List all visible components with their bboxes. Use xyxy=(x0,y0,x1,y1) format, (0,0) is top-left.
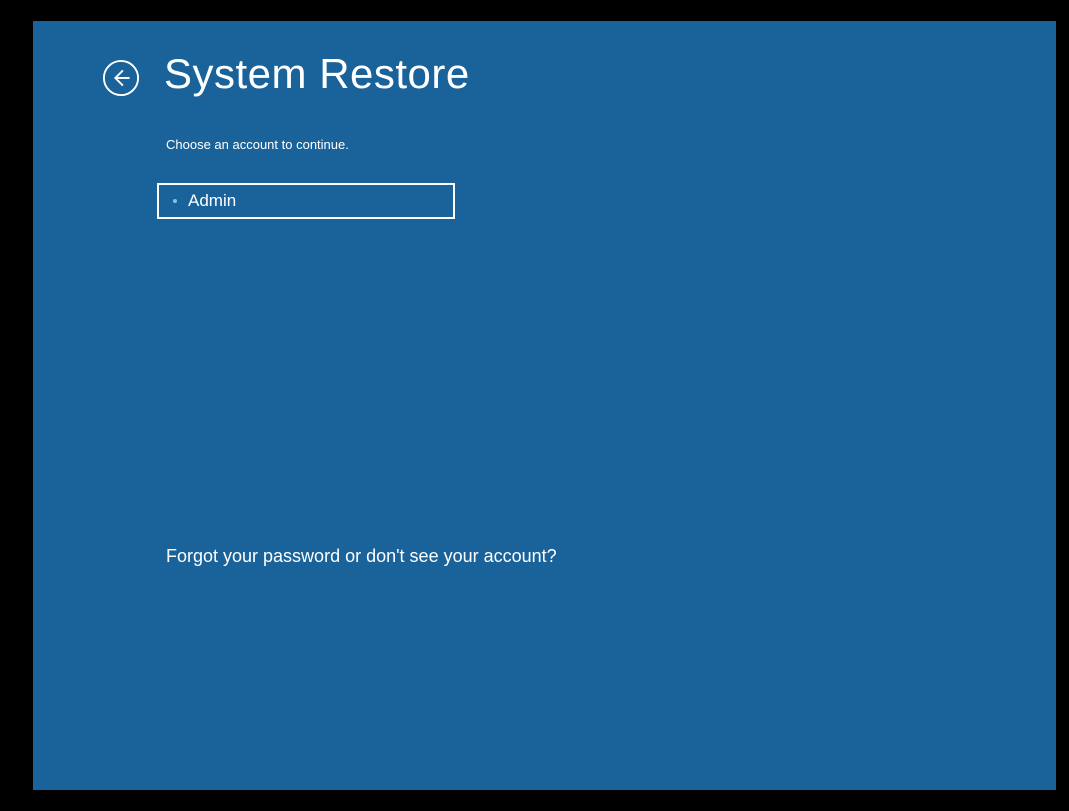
back-arrow-icon xyxy=(102,59,140,97)
account-label: Admin xyxy=(188,191,236,211)
back-button[interactable] xyxy=(102,59,140,97)
bullet-icon xyxy=(173,199,177,203)
forgot-password-link[interactable]: Forgot your password or don't see your a… xyxy=(166,546,557,567)
instruction-text: Choose an account to continue. xyxy=(166,137,349,152)
page-title: System Restore xyxy=(164,50,470,98)
account-item-admin[interactable]: Admin xyxy=(157,183,455,219)
recovery-screen: System Restore Choose an account to cont… xyxy=(33,21,1056,790)
